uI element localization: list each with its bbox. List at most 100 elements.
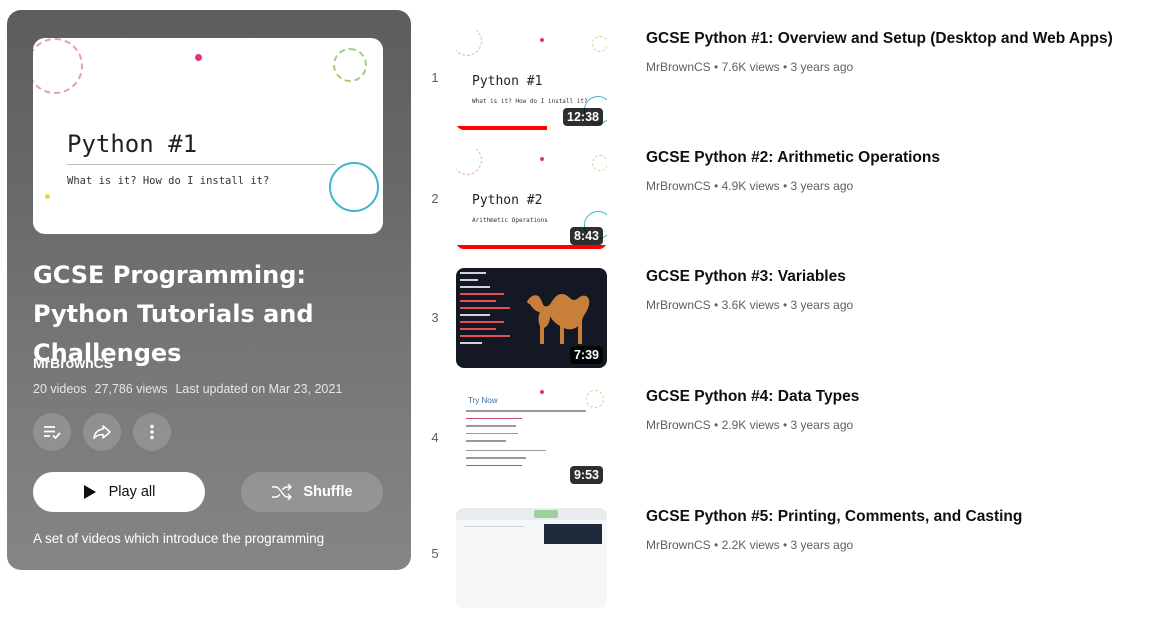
thumb-title: Python #2 (472, 193, 543, 208)
decor-circle-red (33, 38, 83, 94)
video-channel[interactable]: MrBrownCS (646, 179, 711, 193)
meta-separator: • (782, 538, 788, 552)
playlist-video-item[interactable]: 5 GCSE Python #5: Printing, Comments, an… (420, 508, 1150, 618)
meta-separator: • (714, 418, 719, 432)
decor-circle (456, 30, 482, 56)
decor-circle-green (333, 48, 367, 82)
video-views: 3.6K views (721, 298, 780, 312)
video-views: 4.9K views (721, 179, 780, 193)
thumb-title: Try Now (468, 396, 498, 405)
video-meta: MrBrownCS • 2.2K views • 3 years ago (646, 538, 853, 552)
video-views: 2.9K views (721, 418, 780, 432)
video-meta: MrBrownCS • 4.9K views • 3 years ago (646, 179, 853, 193)
meta-separator: • (782, 60, 788, 74)
thumbnail-title: Python #1 (67, 130, 198, 158)
video-title[interactable]: GCSE Python #3: Variables (646, 268, 846, 286)
video-age: 3 years ago (790, 298, 854, 312)
video-index: 2 (431, 191, 439, 206)
thumb-console-pane (544, 524, 602, 544)
meta-separator: • (782, 179, 788, 193)
video-age: 3 years ago (790, 538, 854, 552)
video-thumbnail[interactable]: Python #1 What is it? How do I install i… (456, 30, 607, 130)
video-age: 3 years ago (790, 179, 854, 193)
more-actions-button[interactable] (133, 413, 171, 451)
meta-separator: • (782, 298, 788, 312)
video-title[interactable]: GCSE Python #4: Data Types (646, 388, 859, 406)
video-duration: 8:43 (569, 227, 603, 245)
share-icon (93, 425, 111, 440)
video-duration: 7:39 (569, 346, 603, 364)
more-vert-icon (150, 424, 154, 440)
video-index: 3 (431, 310, 439, 325)
play-all-button[interactable]: Play all (33, 472, 205, 512)
video-channel[interactable]: MrBrownCS (646, 418, 711, 432)
video-channel[interactable]: MrBrownCS (646, 538, 711, 552)
playlist-add-icon (44, 426, 61, 440)
video-thumbnail[interactable]: Python #2 Arithmetic Operations 8:43 (456, 149, 607, 249)
thumb-subtitle: What is it? How do I install it? (472, 98, 588, 105)
playlist-video-item[interactable]: 2 Python #2 Arithmetic Operations 8:43 G… (420, 149, 1150, 259)
shuffle-label: Shuffle (303, 484, 353, 500)
video-meta: MrBrownCS • 3.6K views • 3 years ago (646, 298, 853, 312)
decor-circle (456, 149, 482, 175)
video-count: 20 videos (33, 382, 87, 396)
decor-dot (540, 390, 544, 394)
thumb-subtitle: Arithmetic Operations (472, 217, 548, 224)
video-title[interactable]: GCSE Python #2: Arithmetic Operations (646, 149, 940, 167)
playlist-header-panel: Python #1 What is it? How do I install i… (7, 10, 411, 570)
last-updated: Last updated on Mar 23, 2021 (175, 382, 343, 396)
video-duration: 9:53 (569, 466, 603, 484)
thumb-title: Python #1 (472, 74, 543, 89)
decor-dot-yellow (45, 194, 50, 199)
decor-circle (592, 36, 607, 52)
video-channel[interactable]: MrBrownCS (646, 298, 711, 312)
meta-separator: • (714, 179, 719, 193)
video-meta: MrBrownCS • 2.9K views • 3 years ago (646, 418, 853, 432)
video-thumbnail[interactable]: Try Now 9:53 (456, 388, 607, 488)
shuffle-button[interactable]: Shuffle (241, 472, 383, 512)
video-thumbnail[interactable] (456, 508, 607, 608)
video-index: 4 (431, 430, 439, 445)
camel-icon (527, 294, 590, 344)
thumbnail-divider (67, 164, 335, 165)
video-views: 7.6K views (721, 60, 780, 74)
playlist-description: A set of videos which introduce the prog… (33, 531, 325, 546)
video-views: 2.2K views (721, 538, 780, 552)
playlist-video-item[interactable]: 1 Python #1 What is it? How do I install… (420, 30, 1150, 140)
video-channel[interactable]: MrBrownCS (646, 60, 711, 74)
video-age: 3 years ago (790, 418, 854, 432)
thumbnail-subtitle: What is it? How do I install it? (67, 175, 270, 187)
watch-progress (456, 126, 547, 130)
meta-separator: • (714, 538, 719, 552)
playlist-thumbnail[interactable]: Python #1 What is it? How do I install i… (33, 38, 383, 234)
meta-separator: • (714, 298, 719, 312)
watch-progress (456, 245, 607, 249)
playlist-owner[interactable]: MrBrownCS (33, 355, 113, 371)
decor-circle-blue (329, 162, 379, 212)
video-duration: 12:38 (563, 108, 603, 126)
decor-circle (586, 390, 604, 408)
thumb-green-tab (534, 510, 558, 518)
play-icon (83, 485, 96, 499)
playlist-stats: 20 videos 27,786 views Last updated on Mar… (33, 382, 350, 396)
save-playlist-button[interactable] (33, 413, 71, 451)
video-meta: MrBrownCS • 7.6K views • 3 years ago (646, 60, 853, 74)
terminal-text-lines (460, 272, 520, 344)
decor-dot (540, 38, 544, 42)
playlist-video-item[interactable]: 4 Try Now 9:53 GCSE Python #4: Data Type… (420, 388, 1150, 498)
decor-dot-pink (195, 54, 202, 61)
playlist-video-item[interactable]: 3 7:39 GCSE Python #3: Variables MrBrown… (420, 268, 1150, 378)
video-title[interactable]: GCSE Python #5: Printing, Comments, and … (646, 508, 1022, 526)
code-exercise-lines (466, 410, 596, 466)
video-index: 5 (431, 546, 439, 561)
video-title[interactable]: GCSE Python #1: Overview and Setup (Desk… (646, 30, 1113, 48)
decor-circle (592, 155, 607, 171)
share-button[interactable] (83, 413, 121, 451)
thumb-toolbar (456, 508, 607, 520)
video-index: 1 (431, 70, 439, 85)
play-all-label: Play all (108, 484, 156, 500)
thumb-code-pane (464, 526, 524, 557)
video-thumbnail[interactable]: 7:39 (456, 268, 607, 368)
video-age: 3 years ago (790, 60, 854, 74)
shuffle-icon (272, 484, 293, 500)
